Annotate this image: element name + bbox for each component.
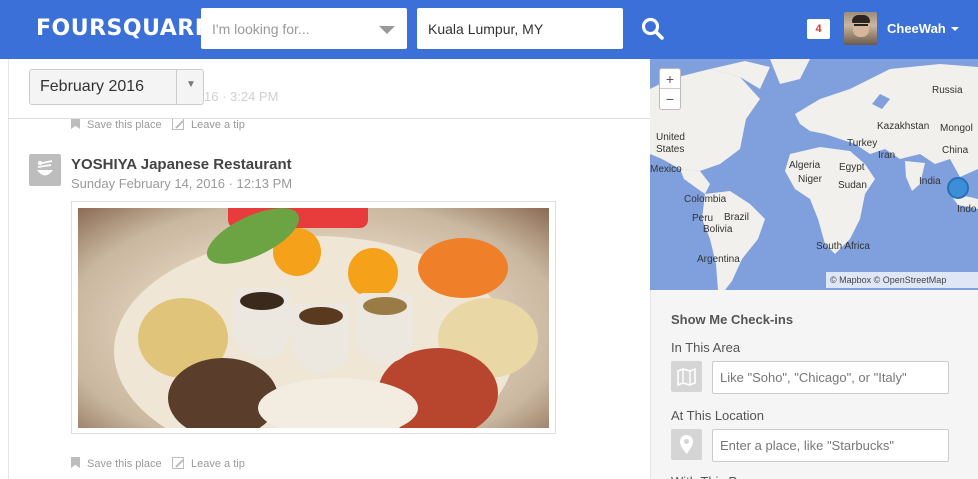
looking-for-placeholder: I'm looking for... [212, 21, 310, 37]
map-marker-icon[interactable] [947, 177, 969, 199]
save-place-label: Save this place [87, 458, 162, 470]
map-label: Argentina [697, 254, 740, 265]
map-label: Indo [957, 204, 977, 215]
photo-carrot [418, 238, 508, 298]
search-button[interactable] [640, 16, 666, 42]
checkin-photo[interactable] [71, 201, 556, 434]
filters-title: Show Me Check-ins [671, 312, 794, 327]
location-filter-input[interactable] [712, 429, 949, 462]
map-label: Sudan [838, 180, 867, 191]
zoom-out-button[interactable]: − [660, 89, 680, 109]
leave-tip-label: Leave a tip [191, 458, 245, 470]
foursquare-logo[interactable]: FOURSQUARE [36, 16, 210, 41]
save-place-label: Save this place [87, 119, 162, 131]
map-label: United States [656, 132, 685, 155]
photo-sauce [299, 307, 343, 325]
map-label: Kazakhstan [877, 121, 930, 132]
map-label: Colombia [684, 194, 727, 205]
edit-icon [172, 457, 184, 469]
map-zoom-control[interactable]: + − [659, 68, 681, 110]
map-icon [671, 361, 702, 392]
map-label: Algeria [789, 160, 821, 171]
chevron-down-icon [379, 26, 395, 34]
area-filter-label: In This Area [671, 340, 741, 355]
edit-icon [172, 118, 184, 130]
notifications-badge[interactable]: 4 [807, 19, 830, 39]
map-label: Turkey [847, 138, 878, 149]
food-photo-image [78, 208, 549, 428]
folded-map-icon [677, 367, 696, 387]
person-filter-label: With This Person [671, 474, 770, 479]
zoom-in-button[interactable]: + [660, 69, 680, 89]
chevron-down-icon: ▼ [186, 79, 196, 90]
photo-sauce [363, 297, 407, 315]
checkins-map[interactable]: Russia Kazakhstan Mongol United States T… [650, 59, 978, 290]
map-label: Egypt [839, 162, 865, 173]
map-label: Mongol [940, 123, 973, 134]
save-place-button[interactable]: Save this place [71, 457, 162, 470]
feed-divider [8, 59, 9, 479]
map-label: Iran [878, 150, 896, 161]
venue-category-icon [29, 154, 61, 186]
leave-tip-label: Leave a tip [191, 119, 245, 131]
map-label: Mexico [650, 164, 682, 175]
avatar-glasses [854, 24, 868, 28]
user-menu-caret-icon[interactable] [951, 27, 959, 31]
map-label: Russia [932, 85, 963, 96]
previous-checkin-time: 16 · 3:24 PM [204, 89, 279, 104]
map-label: India [919, 176, 941, 187]
leave-tip-button[interactable]: Leave a tip [172, 118, 245, 131]
noodles-icon [37, 160, 53, 176]
near-location-input[interactable] [417, 8, 623, 49]
map-label: Brazil [724, 212, 750, 223]
map-attribution[interactable]: © Mapbox © OpenStreetMap [826, 272, 978, 288]
photo-orange [348, 248, 398, 298]
looking-for-dropdown[interactable]: I'm looking for... [201, 8, 407, 49]
feed-separator [8, 118, 650, 119]
save-place-button[interactable]: Save this place [71, 118, 162, 131]
venue-name-link[interactable]: YOSHIYA Japanese Restaurant [71, 156, 292, 173]
location-filter-label: At This Location [671, 408, 764, 423]
area-filter-input[interactable] [712, 361, 949, 394]
bookmark-icon [71, 118, 80, 129]
leave-tip-button[interactable]: Leave a tip [172, 457, 245, 470]
map-label: China [942, 145, 969, 156]
map-label: Peru [692, 213, 714, 224]
search-icon [641, 17, 664, 40]
checkin-datetime[interactable]: Sunday February 14, 2016 · 12:13 PM [71, 176, 292, 191]
month-selector[interactable]: February 2016 ▼ [29, 69, 204, 105]
map-label: Niger [798, 174, 822, 185]
user-name-menu[interactable]: CheeWah [887, 21, 946, 36]
map-label: South Africa [816, 241, 870, 252]
avatar-hair [852, 15, 870, 23]
bookmark-icon [71, 457, 80, 468]
month-selector-value: February 2016 [40, 78, 145, 95]
map-pin-icon [680, 435, 693, 454]
avatar[interactable] [844, 12, 877, 45]
month-selector-divider [176, 70, 177, 104]
map-label: Bolivia [703, 224, 733, 235]
location-pin-icon [671, 429, 702, 460]
photo-sauce [240, 292, 284, 310]
